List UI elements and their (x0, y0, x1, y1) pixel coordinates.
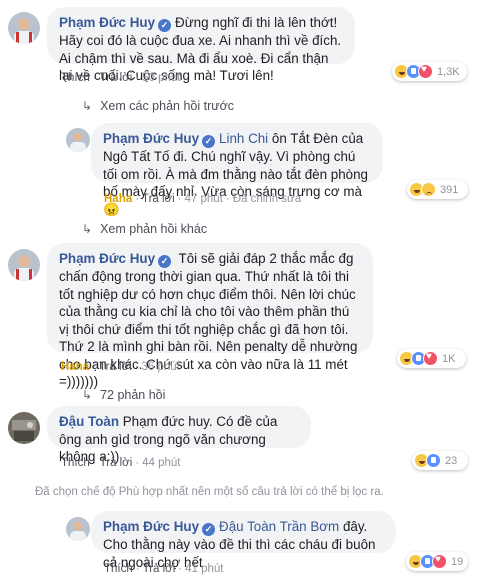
reply-bubble: Phạm Đức Huy ✓ Đậu Toàn Trần Bơm đây. Cho … (91, 511, 396, 570)
avatar[interactable] (8, 249, 40, 281)
avatar-image (8, 412, 40, 444)
comment-bubble: Đậu Toàn Phạm đức huy. Có đề của ông anh… (47, 406, 311, 464)
reply-bubble: Phạm Đức Huy ✓ Linh Chi ôn Tắt Đèn của Ngô… (91, 123, 383, 217)
verified-badge-icon: ✓ (202, 135, 216, 148)
comment-actions: Thích · Trả lời · 50 phút (61, 72, 181, 84)
avatar[interactable] (66, 517, 90, 541)
reply-link[interactable]: Trả lời (100, 72, 133, 84)
commenter-name[interactable]: Phạm Đức Huy (103, 519, 199, 534)
love-reaction-icon (423, 351, 438, 366)
comment-bubble: Phạm Đức Huy ✓ Đừng nghĩ đi thi là lên thớ… (47, 7, 355, 83)
love-reaction-icon (418, 64, 433, 79)
view-previous-replies-link[interactable]: ↳ Xem các phản hồi trước (82, 99, 234, 113)
verified-badge-icon: ✓ (158, 19, 172, 32)
reply-link[interactable]: Trả lời (99, 361, 132, 373)
reaction-summary[interactable]: 391 (407, 180, 468, 199)
like-link[interactable]: Thích (61, 457, 90, 469)
avatar-image (66, 128, 90, 152)
timestamp[interactable]: 36 phút (141, 361, 179, 373)
view-other-replies-link[interactable]: ↳ Xem phản hồi khác (82, 222, 207, 236)
reaction-count: 1,3K (437, 65, 460, 78)
like-reaction-icon (426, 453, 441, 468)
avatar-image (8, 12, 40, 44)
comment-actions: Thích · Trả lời · 41 phút (104, 563, 224, 575)
reply-link[interactable]: Trả lời (142, 193, 175, 205)
verified-badge-icon: ✓ (158, 255, 172, 268)
reply-link[interactable]: Trả lời (143, 563, 176, 575)
reaction-summary[interactable]: 19 (406, 552, 468, 571)
edited-label: Đã chỉnh sửa (232, 193, 302, 205)
reply-arrow-icon: ↳ (82, 388, 93, 402)
view-72-replies-link[interactable]: ↳ 72 phản hồi (82, 388, 165, 402)
like-link[interactable]: Thích (104, 563, 133, 575)
avatar-image (66, 517, 90, 541)
avatar[interactable] (8, 12, 40, 44)
haha-reaction-label[interactable]: Haha (104, 193, 132, 205)
comment-actions: Thích · Trả lời · 44 phút (61, 457, 181, 469)
comment-bubble: Phạm Đức Huy ✓ Tôi sẽ giải đáp 2 thắc mắc… (47, 243, 373, 389)
reaction-summary[interactable]: 23 (412, 451, 468, 470)
mentioned-user-link[interactable]: Linh Chi (219, 131, 268, 146)
timestamp[interactable]: 47 phút (184, 193, 222, 205)
reply-link[interactable]: Trả lời (100, 457, 133, 469)
reaction-count: 391 (440, 183, 459, 196)
reaction-count: 19 (451, 555, 464, 568)
verified-badge-icon: ✓ (202, 523, 216, 536)
commenter-name[interactable]: Phạm Đức Huy (59, 15, 155, 30)
commenter-name[interactable]: Phạm Đức Huy (59, 251, 155, 266)
avatar-image (8, 249, 40, 281)
haha-reaction-label[interactable]: Haha (61, 361, 89, 373)
commenter-name[interactable]: Đậu Toàn (59, 414, 119, 429)
reaction-summary[interactable]: 1,3K (392, 62, 467, 81)
commenter-name[interactable]: Phạm Đức Huy (103, 131, 199, 146)
avatar[interactable] (8, 412, 40, 444)
comment-actions: Haha · Trả lời · 47 phút · Đã chỉnh sửa (104, 193, 302, 205)
reaction-count: 1K (442, 352, 456, 365)
like-link[interactable]: Thích (61, 72, 90, 84)
filter-notice: Đã chọn chế độ Phù hợp nhất nên một số c… (35, 486, 384, 498)
timestamp[interactable]: 41 phút (185, 563, 223, 575)
sad-reaction-icon (421, 182, 436, 197)
comment-actions: Haha · Trả lời · 36 phút (61, 361, 180, 373)
reply-arrow-icon: ↳ (82, 222, 93, 236)
reaction-count: 23 (445, 454, 458, 467)
timestamp[interactable]: 50 phút (142, 72, 180, 84)
timestamp[interactable]: 44 phút (142, 457, 180, 469)
love-reaction-icon (432, 554, 447, 569)
avatar[interactable] (66, 128, 90, 152)
reply-arrow-icon: ↳ (82, 99, 93, 113)
reaction-summary[interactable]: 1K (397, 349, 466, 368)
mentioned-user-link[interactable]: Đậu Toàn Trần Bơm (219, 519, 339, 534)
